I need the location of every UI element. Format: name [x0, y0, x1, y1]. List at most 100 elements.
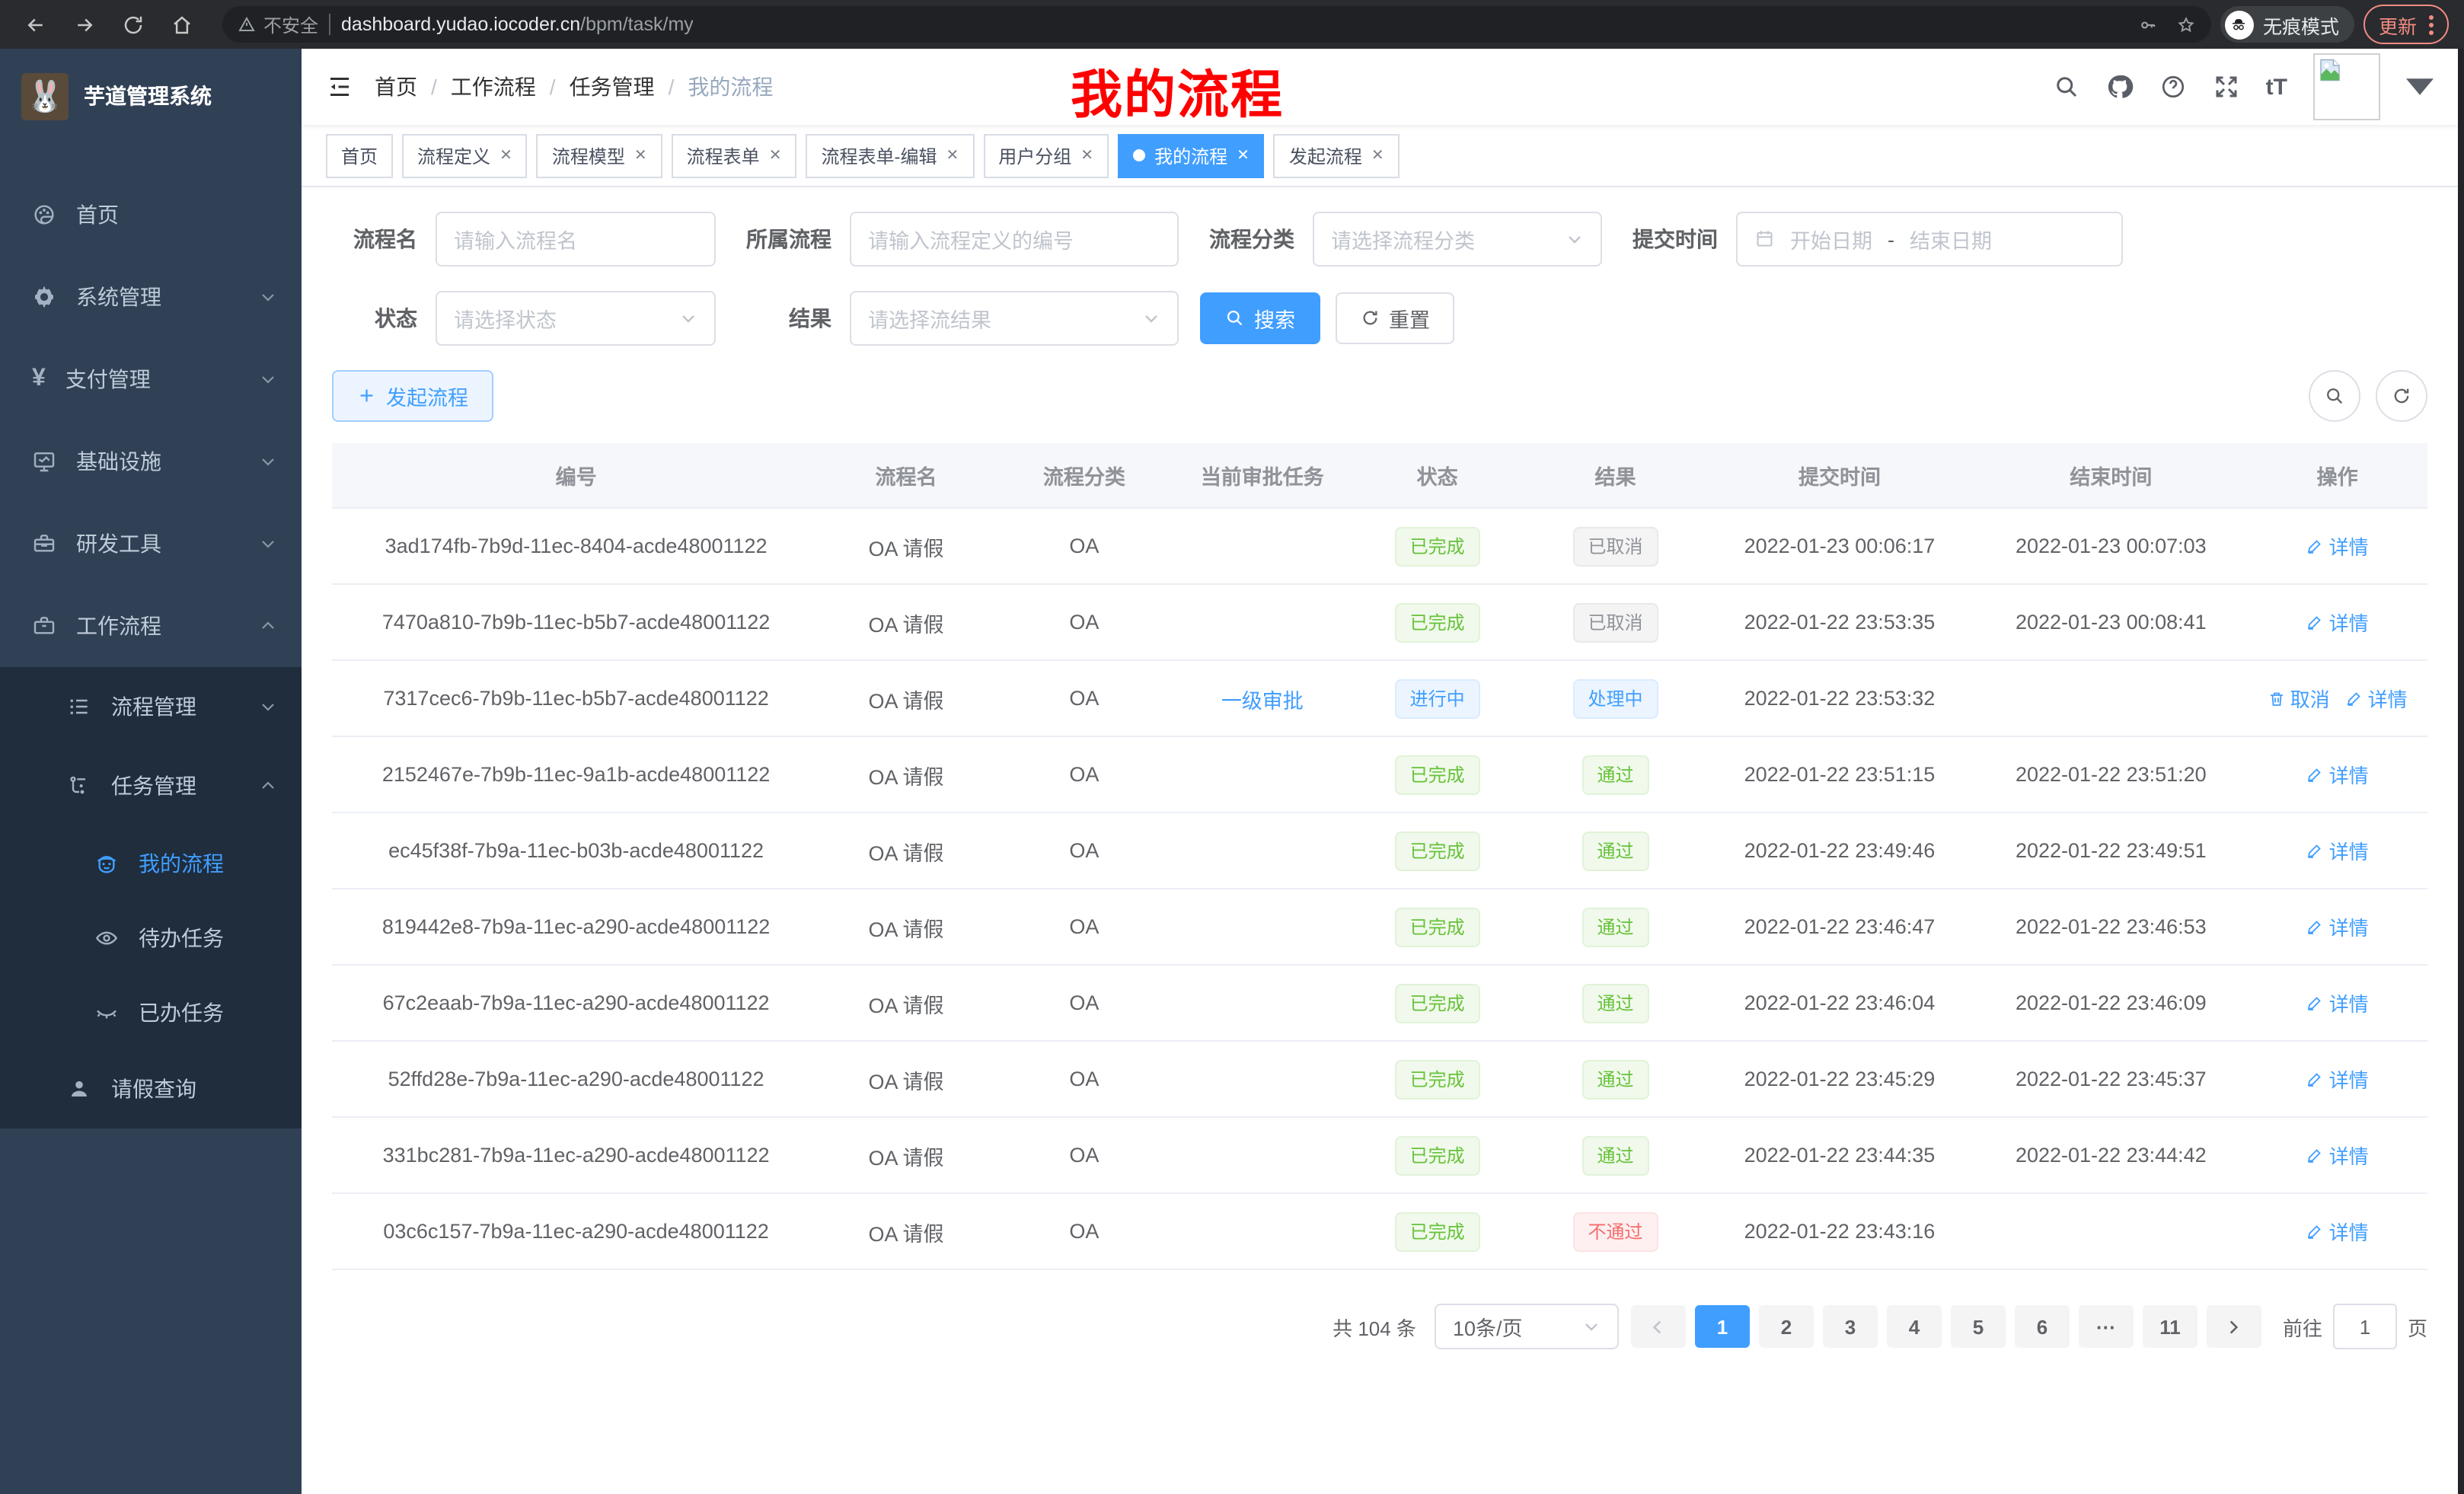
page-button-3[interactable]: 3 — [1823, 1305, 1878, 1348]
sidebar-item-todo-task[interactable]: 待办任务 — [0, 900, 302, 975]
browser-menu-icon[interactable] — [2429, 14, 2434, 34]
toggle-search-icon[interactable] — [2309, 370, 2360, 422]
detail-link[interactable]: 详情 — [2306, 988, 2369, 1017]
detail-link[interactable]: 详情 — [2306, 1065, 2369, 1093]
search-icon[interactable] — [2053, 73, 2080, 101]
sidebar-item-leave-query[interactable]: 请假查询 — [0, 1049, 302, 1128]
tab-我的流程[interactable]: 我的流程✕ — [1118, 133, 1265, 177]
filter-status: 状态 请选择状态 — [332, 291, 716, 346]
table-row: 819442e8-7b9a-11ec-a290-acde48001122OA 请… — [332, 889, 2427, 965]
close-icon[interactable]: ✕ — [769, 147, 782, 164]
close-icon[interactable]: ✕ — [500, 147, 512, 164]
page-button-11[interactable]: 11 — [2143, 1305, 2197, 1348]
logo[interactable]: 🐰 芋道管理系统 — [0, 49, 302, 143]
breadcrumb-home[interactable]: 首页 — [375, 72, 417, 102]
bookmark-star-icon[interactable] — [2176, 14, 2196, 34]
help-icon[interactable] — [2159, 73, 2187, 101]
close-icon[interactable]: ✕ — [1080, 147, 1093, 164]
close-icon[interactable]: ✕ — [946, 147, 959, 164]
cell-result: 通过 — [1527, 736, 1705, 812]
close-icon[interactable]: ✕ — [1371, 147, 1384, 164]
page-button-4[interactable]: 4 — [1887, 1305, 1942, 1348]
status-badge: 通过 — [1582, 1135, 1649, 1175]
detail-link[interactable]: 详情 — [2306, 912, 2369, 941]
detail-link[interactable]: 详情 — [2306, 836, 2369, 865]
key-icon[interactable] — [2138, 14, 2158, 34]
sidebar-item-infra[interactable]: 基础设施 — [0, 420, 302, 503]
cancel-link[interactable]: 取消 — [2268, 684, 2330, 713]
task-link[interactable]: 一级审批 — [1221, 689, 1304, 712]
caret-down-icon[interactable] — [2406, 73, 2434, 101]
breadcrumb-workflow[interactable]: 工作流程 — [451, 72, 536, 102]
refresh-table-icon[interactable] — [2376, 370, 2427, 422]
tab-流程模型[interactable]: 流程模型✕ — [537, 133, 662, 177]
sidebar-item-workflow[interactable]: 工作流程 — [0, 585, 302, 667]
date-range-input[interactable]: 开始日期 - 结束日期 — [1736, 212, 2123, 267]
page-size-select[interactable]: 10条/页 — [1435, 1304, 1619, 1349]
sidebar-item-system[interactable]: 系统管理 — [0, 256, 302, 338]
page-button-6[interactable]: 6 — [2015, 1305, 2070, 1348]
search-button[interactable]: 搜索 — [1200, 292, 1320, 344]
detail-link[interactable]: 详情 — [2345, 684, 2408, 713]
sidebar-item-devtools[interactable]: 研发工具 — [0, 503, 302, 585]
fullscreen-icon[interactable] — [2213, 73, 2240, 101]
category-select[interactable]: 请选择流程分类 — [1313, 212, 1602, 267]
detail-link[interactable]: 详情 — [2306, 608, 2369, 637]
close-icon[interactable]: ✕ — [1237, 147, 1250, 164]
process-name-input[interactable]: 请输入流程名 — [436, 212, 716, 267]
sidebar-item-my-process[interactable]: 我的流程 — [0, 825, 302, 900]
tab-发起流程[interactable]: 发起流程✕ — [1274, 133, 1400, 177]
fontsize-icon[interactable]: tT — [2266, 74, 2287, 100]
process-def-input[interactable]: 请输入流程定义的编号 — [850, 212, 1179, 267]
sidebar-item-process-mgmt[interactable]: 流程管理 — [0, 667, 302, 746]
address-bar[interactable]: 不安全 dashboard.yudao.iocoder.cn/bpm/task/… — [222, 6, 2211, 43]
detail-link[interactable]: 详情 — [2306, 532, 2369, 560]
filter-submit-time: 提交时间 开始日期 - 结束日期 — [1623, 212, 2123, 267]
page-button-5[interactable]: 5 — [1951, 1305, 2006, 1348]
next-page-button[interactable] — [2207, 1305, 2261, 1348]
table-header-row: 编号流程名流程分类当前审批任务状态结果提交时间结束时间操作 — [332, 443, 2427, 508]
more-pages-button[interactable]: ··· — [2079, 1305, 2134, 1348]
detail-link[interactable]: 详情 — [2306, 760, 2369, 789]
detail-link[interactable]: 详情 — [2306, 1141, 2369, 1170]
status-badge: 已完成 — [1395, 755, 1480, 794]
tab-用户分组[interactable]: 用户分组✕ — [983, 133, 1109, 177]
page-button-2[interactable]: 2 — [1759, 1305, 1814, 1348]
fold-sidebar-icon[interactable] — [326, 73, 353, 101]
edit-icon — [2306, 994, 2325, 1012]
table-toolbar: 发起流程 — [332, 370, 2427, 422]
avatar[interactable] — [2313, 53, 2380, 120]
page-button-1[interactable]: 1 — [1695, 1305, 1750, 1348]
reset-button[interactable]: 重置 — [1335, 292, 1454, 344]
result-select[interactable]: 请选择流结果 — [850, 291, 1179, 346]
jump-page-input[interactable]: 1 — [2333, 1304, 2397, 1349]
back-icon[interactable] — [15, 5, 55, 44]
cell-submit-time: 2022-01-22 23:49:46 — [1704, 812, 1974, 889]
briefcase-icon — [32, 614, 56, 638]
reload-icon[interactable] — [113, 5, 152, 44]
forward-icon[interactable] — [64, 5, 104, 44]
detail-link[interactable]: 详情 — [2306, 1217, 2369, 1246]
cell-submit-time: 2022-01-22 23:43:16 — [1704, 1193, 1974, 1269]
sidebar-item-home[interactable]: 首页 — [0, 174, 302, 256]
breadcrumb-taskmgmt[interactable]: 任务管理 — [570, 72, 655, 102]
tab-流程表单[interactable]: 流程表单✕ — [672, 133, 797, 177]
sidebar-item-payment[interactable]: ¥支付管理 — [0, 338, 302, 420]
cell-actions: 详情 — [2247, 965, 2427, 1041]
create-process-button[interactable]: 发起流程 — [332, 370, 493, 422]
github-icon[interactable] — [2106, 73, 2134, 101]
sidebar-item-task-mgmt[interactable]: 任务管理 — [0, 746, 302, 825]
tab-首页[interactable]: 首页 — [326, 133, 393, 177]
tab-流程表单-编辑[interactable]: 流程表单-编辑✕ — [806, 133, 974, 177]
cell-task — [1176, 584, 1348, 660]
sidebar-item-done-task[interactable]: 已办任务 — [0, 975, 302, 1049]
tab-流程定义[interactable]: 流程定义✕ — [402, 133, 528, 177]
close-icon[interactable]: ✕ — [634, 147, 647, 164]
update-button[interactable]: 更新 — [2363, 5, 2449, 44]
home-icon[interactable] — [161, 5, 201, 44]
status-select[interactable]: 请选择状态 — [436, 291, 716, 346]
breadcrumb-current: 我的流程 — [688, 72, 773, 102]
cell-submit-time: 2022-01-22 23:44:35 — [1704, 1117, 1974, 1193]
edit-icon — [2306, 1146, 2325, 1164]
prev-page-button[interactable] — [1631, 1305, 1686, 1348]
